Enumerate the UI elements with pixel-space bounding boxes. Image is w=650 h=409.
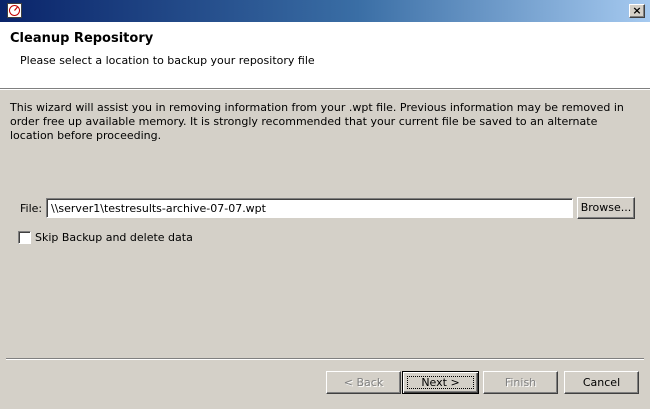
focus-rect: [407, 376, 474, 389]
browse-button[interactable]: Browse...: [577, 197, 635, 219]
wizard-header: Cleanup Repository Please select a locat…: [0, 22, 650, 89]
page-subtitle: Please select a location to backup your …: [20, 54, 315, 67]
page-title: Cleanup Repository: [10, 31, 154, 46]
cancel-button[interactable]: Cancel: [564, 371, 639, 394]
close-icon: ×: [632, 4, 642, 17]
file-path-input[interactable]: [46, 198, 573, 218]
back-button[interactable]: < Back: [326, 371, 401, 394]
header-divider: [0, 89, 650, 90]
close-button[interactable]: ×: [629, 4, 645, 18]
wizard-description: This wizard will assist you in removing …: [10, 101, 624, 142]
skip-backup-checkbox[interactable]: [18, 231, 31, 244]
file-label: File:: [20, 202, 43, 215]
app-gauge-icon: [7, 3, 22, 18]
skip-backup-label[interactable]: Skip Backup and delete data: [35, 231, 193, 244]
footer-divider: [6, 358, 644, 360]
title-bar: ×: [0, 0, 650, 22]
next-button[interactable]: Next >: [402, 371, 479, 394]
finish-button[interactable]: Finish: [483, 371, 558, 394]
